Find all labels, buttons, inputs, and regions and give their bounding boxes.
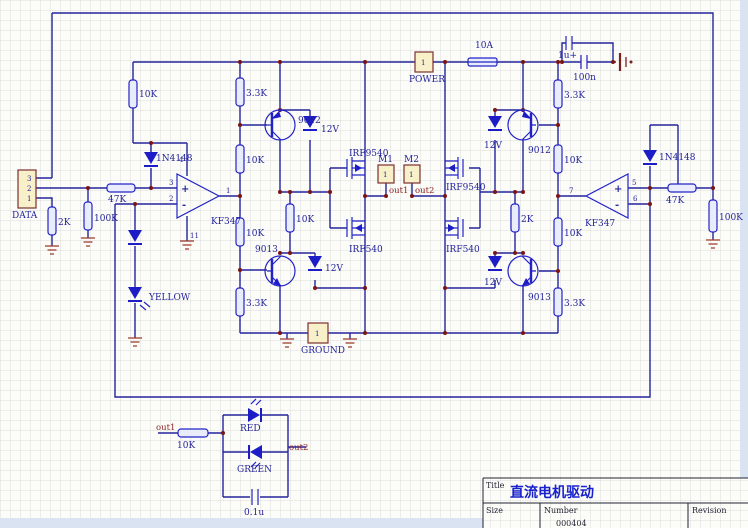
resistor-3k3-left-top-label: 3.3K <box>246 89 267 99</box>
schematic-canvas: 3 2 1 DATA 1 POWER 1 GROUND 1 M1 1 M2 2K… <box>0 0 748 528</box>
net-label-out1[interactable]: out1 <box>389 186 408 196</box>
opamp-left-pin11: 11 <box>190 232 199 240</box>
capacitor-100n-label: 100n <box>573 73 596 83</box>
m1-connector[interactable]: 1 M1 <box>378 155 394 183</box>
size-label: Size <box>486 506 503 515</box>
opamp-left-pin1: 1 <box>226 187 230 195</box>
opamp-kf347-right-label: KF347 <box>585 219 615 229</box>
data-connector-label: DATA <box>12 211 38 221</box>
m2-pin-1: 1 <box>409 171 413 179</box>
resistor-47k-right-label: 47K <box>666 196 684 206</box>
revision-label: Revision <box>692 506 726 515</box>
zener-12v-right-bottom-label: 12V <box>484 278 502 288</box>
power-pin-1: 1 <box>421 59 425 67</box>
diode-1n4148-left-label: 1N4148 <box>156 154 193 164</box>
number-label: Number <box>544 506 578 515</box>
opamp-right-pin5: 5 <box>632 179 636 187</box>
opamp-left-pin3: 3 <box>169 179 173 187</box>
net-label-out2[interactable]: out2 <box>415 186 434 196</box>
schematic-sheet: 3 2 1 DATA 1 POWER 1 GROUND 1 M1 1 M2 2K… <box>0 0 748 528</box>
zener-12v-left-bottom-label: 12V <box>325 264 343 274</box>
resistor-10k-mid-left-label: 10K <box>296 215 314 225</box>
net-label-out2-bottom[interactable]: out2 <box>289 443 308 453</box>
mosfet-irf9540-right-label: IRF9540 <box>446 183 486 193</box>
resistor-3k3-right-top-label: 3.3K <box>564 91 585 101</box>
opamp-left-pin2: 2 <box>169 195 173 203</box>
capacitor-1u-label: 1u+ <box>558 51 577 61</box>
transistor-9013-left-label: 9013 <box>255 245 278 255</box>
diode-1n4148-right-label: 1N4148 <box>659 153 696 163</box>
opamp-right-plus: + <box>614 184 622 195</box>
resistor-3k3-right-bottom-label: 3.3K <box>564 299 585 309</box>
opamp-left-plus: + <box>181 184 189 195</box>
data-pin-1: 1 <box>27 195 31 203</box>
zener-12v-right-top-label: 12V <box>484 141 502 151</box>
resistor-10k-left-2-label: 10K <box>246 229 264 239</box>
title-label: Title <box>486 481 505 490</box>
opamp-kf347-left-label: KF347 <box>211 217 241 227</box>
capacitor-01u-label: 0.1u <box>244 508 264 518</box>
resistor-10k-bottom-label: 10K <box>177 441 195 451</box>
resistor-10k-right-2-label: 10K <box>564 229 582 239</box>
opamp-left-minus: - <box>182 200 186 211</box>
ground-connector-label: GROUND <box>301 346 345 356</box>
page-margin-right <box>740 0 748 478</box>
number-value: 000404 <box>556 519 587 528</box>
resistor-2k-label: 2K <box>58 218 71 228</box>
zener-12v-left-top-label: 12V <box>321 125 339 135</box>
net-label-out1-bottom[interactable]: out1 <box>156 423 175 433</box>
fuse-10a-label: 10A <box>475 41 493 51</box>
resistor-100k-left-label: 100K <box>94 214 118 224</box>
led-yellow-label: YELLOW <box>148 293 191 303</box>
led-red-label: RED <box>240 424 261 434</box>
mosfet-irf540-left-label: IRF540 <box>349 245 383 255</box>
power-connector-label: POWER <box>409 75 445 85</box>
data-pin-2: 2 <box>27 185 31 193</box>
opamp-right-pin7: 7 <box>569 187 573 195</box>
opamp-right-minus: - <box>615 200 619 211</box>
opamp-right-pin6: 6 <box>633 195 638 203</box>
grid <box>0 0 748 528</box>
resistor-47k-left-label: 47K <box>108 195 126 205</box>
m2-connector-label: M2 <box>404 155 419 165</box>
data-pin-3: 3 <box>27 175 31 183</box>
ground-pin-1: 1 <box>315 330 319 338</box>
schematic-title: 直流电机驱动 <box>510 484 594 501</box>
resistor-3k3-left-bottom-label: 3.3K <box>246 299 267 309</box>
transistor-9012-right-label: 9012 <box>528 146 551 156</box>
opamp-left-pin4: 4 <box>179 156 184 164</box>
resistor-10k-feedback-label: 10K <box>139 90 157 100</box>
page-margin-bottom <box>0 518 483 528</box>
mosfet-irf540-right-label: IRF540 <box>446 245 480 255</box>
m2-connector[interactable]: 1 M2 <box>404 155 420 183</box>
m1-pin-1: 1 <box>383 171 387 179</box>
resistor-10k-left-1-label: 10K <box>246 156 264 166</box>
mosfet-irf9540-left-label: IRF9540 <box>349 149 389 159</box>
resistor-100k-right-label: 100K <box>719 213 743 223</box>
resistor-2k-mid-right-label: 2K <box>521 215 534 225</box>
transistor-9013-right-label: 9013 <box>528 293 551 303</box>
transistor-9012-left-label: 9012 <box>298 116 321 126</box>
led-green-label: GREEN <box>237 465 272 475</box>
resistor-10k-right-1-label: 10K <box>564 156 582 166</box>
